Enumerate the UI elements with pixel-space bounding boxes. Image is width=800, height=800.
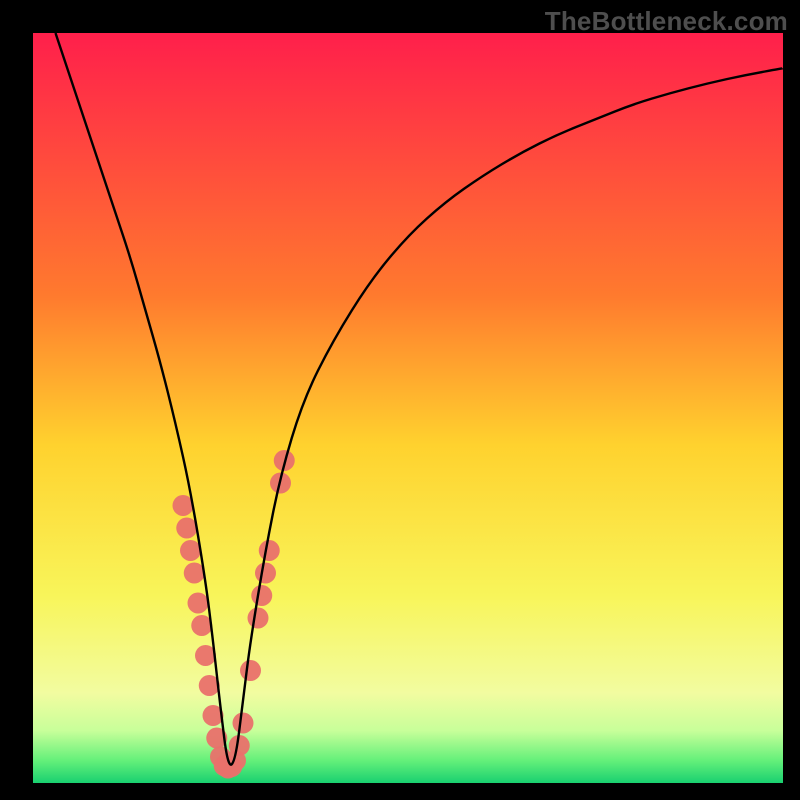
scatter-point (188, 593, 209, 614)
gradient-background (33, 33, 783, 783)
scatter-point (251, 585, 272, 606)
chart-frame: TheBottleneck.com (0, 0, 800, 800)
scatter-point (180, 540, 201, 561)
bottleneck-chart (33, 33, 783, 783)
plot-area (33, 33, 783, 783)
watermark-text: TheBottleneck.com (545, 6, 788, 37)
scatter-point (176, 518, 197, 539)
scatter-point (233, 713, 254, 734)
scatter-point (255, 563, 276, 584)
scatter-point (259, 540, 280, 561)
scatter-point (248, 608, 269, 629)
scatter-point (240, 660, 261, 681)
scatter-point (184, 563, 205, 584)
